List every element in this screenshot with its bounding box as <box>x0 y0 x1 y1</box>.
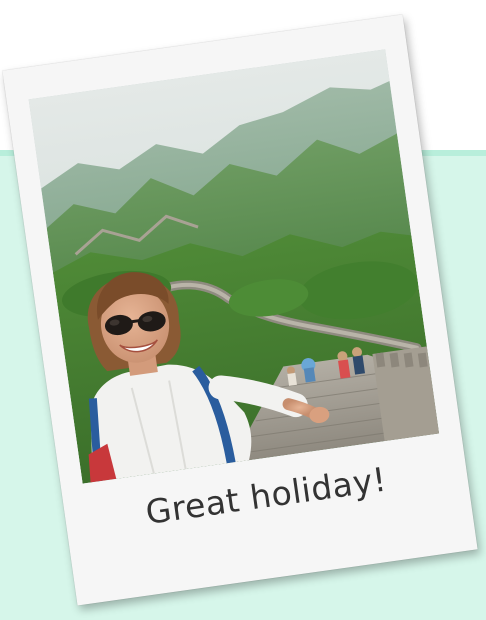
postcard-stage: Great holiday! <box>0 0 486 620</box>
holiday-photo <box>28 49 440 484</box>
polaroid-card: Great holiday! <box>2 14 478 606</box>
